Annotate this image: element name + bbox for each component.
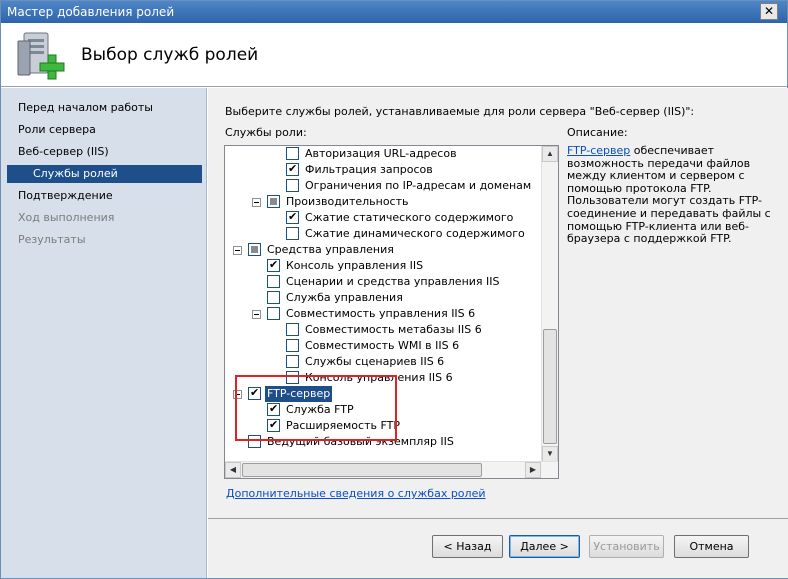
tree-item-label: Производительность xyxy=(286,195,409,208)
tree-item-checkbox[interactable] xyxy=(267,275,280,288)
wizard-header: Выбор служб ролей xyxy=(1,23,787,87)
server-add-icon xyxy=(17,32,65,80)
install-button: Установить xyxy=(589,535,664,558)
tree-item[interactable]: Сжатие статического содержимого xyxy=(225,209,541,226)
tree-item-label: Служба управления xyxy=(286,291,403,304)
tree-item-checkbox[interactable] xyxy=(286,339,299,352)
tree-item-label: Совместимость WMI в IIS 6 xyxy=(305,339,460,352)
description-link[interactable]: FTP-сервер xyxy=(567,144,630,157)
tree-item-checkbox[interactable] xyxy=(286,323,299,336)
tree-item[interactable]: Совместимость WMI в IIS 6 xyxy=(225,338,541,354)
tree-item[interactable]: Фильтрация запросов xyxy=(225,161,541,178)
tree-item-checkbox[interactable] xyxy=(267,195,280,208)
scroll-right-icon[interactable]: ▶ xyxy=(525,462,541,478)
tree-item-label: Средства управления xyxy=(267,243,394,256)
tree-item[interactable]: Сжатие динамического содержимого xyxy=(225,226,541,242)
annotation-highlight-box xyxy=(235,375,397,441)
tree-item[interactable]: Ограничения по IP-адресам и доменам xyxy=(225,178,541,194)
wizard-window: Мастер добавления ролей ✕ Выбор служб ро… xyxy=(0,0,788,579)
tree-item-checkbox[interactable] xyxy=(267,291,280,304)
nav-step-role-services[interactable]: Службы ролей xyxy=(7,165,202,183)
tree-item-label: Совместимость метабазы IIS 6 xyxy=(305,323,482,336)
description-body: обеспечивает возможность передачи файлов… xyxy=(567,144,771,246)
collapse-icon[interactable] xyxy=(252,310,261,319)
tree-item[interactable]: Авторизация URL-адресов xyxy=(225,146,541,162)
tree-item-label: Службы сценариев IIS 6 xyxy=(305,355,445,368)
wizard-steps-nav: Перед началом работы Роли сервера Веб-се… xyxy=(1,88,207,578)
tree-item-label: Авторизация URL-адресов xyxy=(305,147,457,160)
nav-step-web-server[interactable]: Веб-сервер (IIS) xyxy=(18,143,109,161)
instruction-text: Выберите службы ролей, устанавливаемые д… xyxy=(225,105,695,118)
tree-item[interactable]: Совместимость метабазы IIS 6 xyxy=(225,322,541,338)
vertical-scroll-thumb[interactable] xyxy=(543,329,557,444)
collapse-icon[interactable] xyxy=(233,246,242,255)
nav-step-server-roles[interactable]: Роли сервера xyxy=(18,121,96,139)
cancel-button[interactable]: Отмена xyxy=(674,535,749,558)
close-button[interactable]: ✕ xyxy=(760,3,778,20)
tree-item-checkbox[interactable] xyxy=(267,307,280,320)
wizard-content: Выберите службы ролей, устанавливаемые д… xyxy=(208,88,788,578)
tree-item-checkbox[interactable] xyxy=(286,161,299,177)
page-title: Выбор служб ролей xyxy=(81,45,259,65)
scroll-left-icon[interactable]: ◀ xyxy=(225,462,241,478)
title-bar[interactable]: Мастер добавления ролей ✕ xyxy=(1,1,787,23)
tree-item-checkbox[interactable] xyxy=(248,243,261,256)
tree-item[interactable]: Средства управления xyxy=(225,242,541,258)
back-button[interactable]: < Назад xyxy=(432,535,503,558)
tree-item-label: Сжатие статического содержимого xyxy=(305,211,514,224)
nav-step-confirmation[interactable]: Подтверждение xyxy=(18,187,113,205)
tree-item[interactable]: Консоль управления IIS xyxy=(225,257,541,274)
tree-item-checkbox[interactable] xyxy=(286,209,299,225)
window-title: Мастер добавления ролей xyxy=(7,5,175,19)
tree-item-label: Ограничения по IP-адресам и доменам xyxy=(305,179,532,192)
tree-item-label: Фильтрация запросов xyxy=(305,163,433,176)
horizontal-scroll-thumb[interactable] xyxy=(242,463,482,477)
tree-vertical-scrollbar[interactable]: ▲ ▼ xyxy=(541,146,558,462)
more-info-link[interactable]: Дополнительные сведения о службах ролей xyxy=(226,487,486,500)
tree-item-checkbox[interactable] xyxy=(286,227,299,240)
tree-item-checkbox[interactable] xyxy=(286,355,299,368)
nav-step-progress: Ход выполнения xyxy=(18,211,115,224)
next-button[interactable]: Далее > xyxy=(509,535,580,558)
nav-step-before-start[interactable]: Перед началом работы xyxy=(18,99,153,117)
nav-step-results: Результаты xyxy=(18,233,86,246)
tree-item[interactable]: Совместимость управления IIS 6 xyxy=(225,306,541,322)
tree-item-checkbox[interactable] xyxy=(267,257,280,273)
tree-item-label: Сжатие динамического содержимого xyxy=(305,227,525,240)
description-label: Описание: xyxy=(567,126,628,139)
tree-item-checkbox[interactable] xyxy=(286,179,299,192)
tree-horizontal-scrollbar[interactable]: ◀ ▶ xyxy=(225,461,558,478)
tree-item[interactable]: Сценарии и средства управления IIS xyxy=(225,274,541,290)
scroll-down-icon[interactable]: ▼ xyxy=(542,446,558,462)
description-text: FTP-сервер обеспечивает возможность пере… xyxy=(567,144,772,246)
tree-item[interactable]: Служба управления xyxy=(225,290,541,306)
role-services-label: Службы роли: xyxy=(225,126,307,139)
tree-item[interactable]: Службы сценариев IIS 6 xyxy=(225,354,541,370)
tree-item-checkbox[interactable] xyxy=(286,147,299,160)
button-separator xyxy=(208,518,788,519)
scroll-up-icon[interactable]: ▲ xyxy=(542,146,558,162)
tree-item[interactable]: Производительность xyxy=(225,194,541,210)
collapse-icon[interactable] xyxy=(252,198,261,207)
tree-item-label: Консоль управления IIS xyxy=(286,259,424,272)
tree-item-label: Совместимость управления IIS 6 xyxy=(286,307,476,320)
tree-item-label: Сценарии и средства управления IIS xyxy=(286,275,500,288)
